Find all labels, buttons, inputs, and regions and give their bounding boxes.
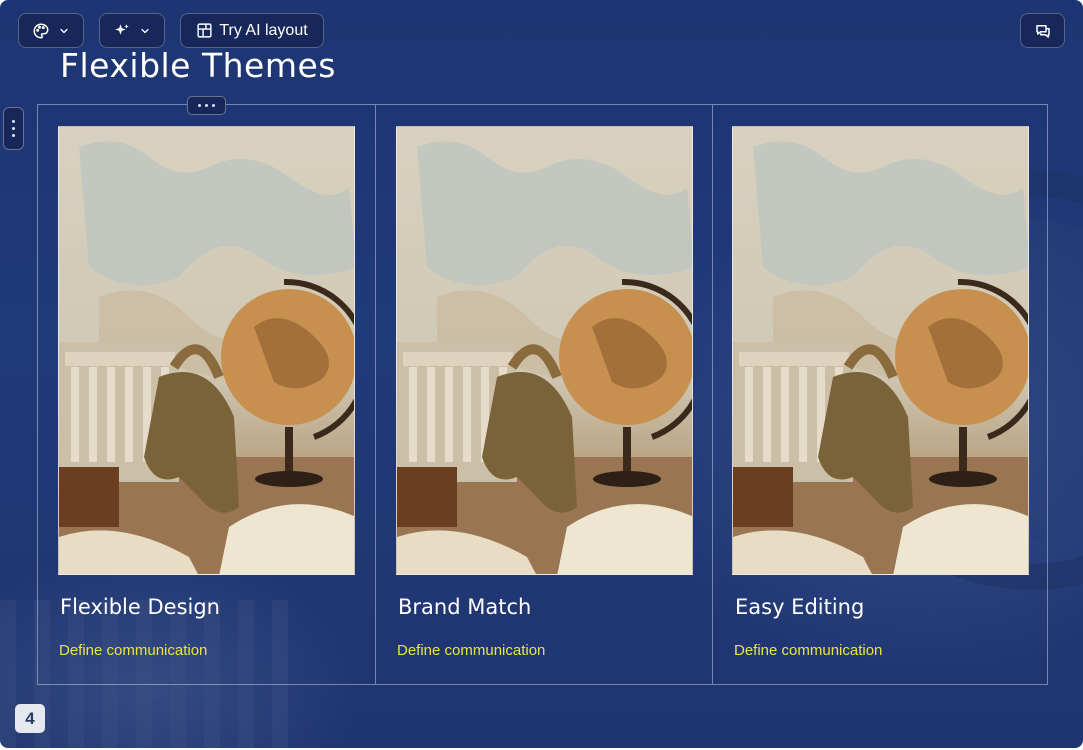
card-description-3[interactable]: Define communication (734, 640, 882, 662)
chevron-down-icon (58, 25, 70, 37)
page-number-badge: 4 (15, 704, 45, 733)
palette-icon (32, 22, 50, 40)
card-1[interactable]: Flexible Design Define communication (38, 105, 375, 684)
layout-icon (196, 22, 213, 39)
card-title-1[interactable]: Flexible Design (60, 593, 220, 621)
card-3[interactable]: Easy Editing Define communication (712, 105, 1047, 684)
card-title-3[interactable]: Easy Editing (735, 593, 864, 621)
slide-canvas: Try AI layout Flexible Themes Flexible D… (0, 0, 1083, 748)
card-description-1[interactable]: Define communication (59, 640, 207, 662)
slide-title[interactable]: Flexible Themes (60, 42, 336, 90)
block-drag-handle[interactable] (3, 107, 24, 150)
card-2[interactable]: Brand Match Define communication (375, 105, 712, 684)
card-description-2[interactable]: Define communication (397, 640, 545, 662)
comments-button[interactable] (1020, 13, 1065, 48)
try-ai-layout-label: Try AI layout (219, 21, 308, 39)
sparkle-icon (113, 22, 131, 40)
card-title-2[interactable]: Brand Match (398, 593, 531, 621)
card-image-3[interactable] (732, 126, 1029, 575)
card-image-1[interactable] (58, 126, 355, 575)
card-image-2[interactable] (396, 126, 693, 575)
card-grid: Flexible Design Define communication Bra… (37, 104, 1048, 685)
chevron-down-icon (139, 25, 151, 37)
comment-icon (1034, 22, 1052, 40)
column-drag-handle[interactable] (187, 96, 226, 115)
